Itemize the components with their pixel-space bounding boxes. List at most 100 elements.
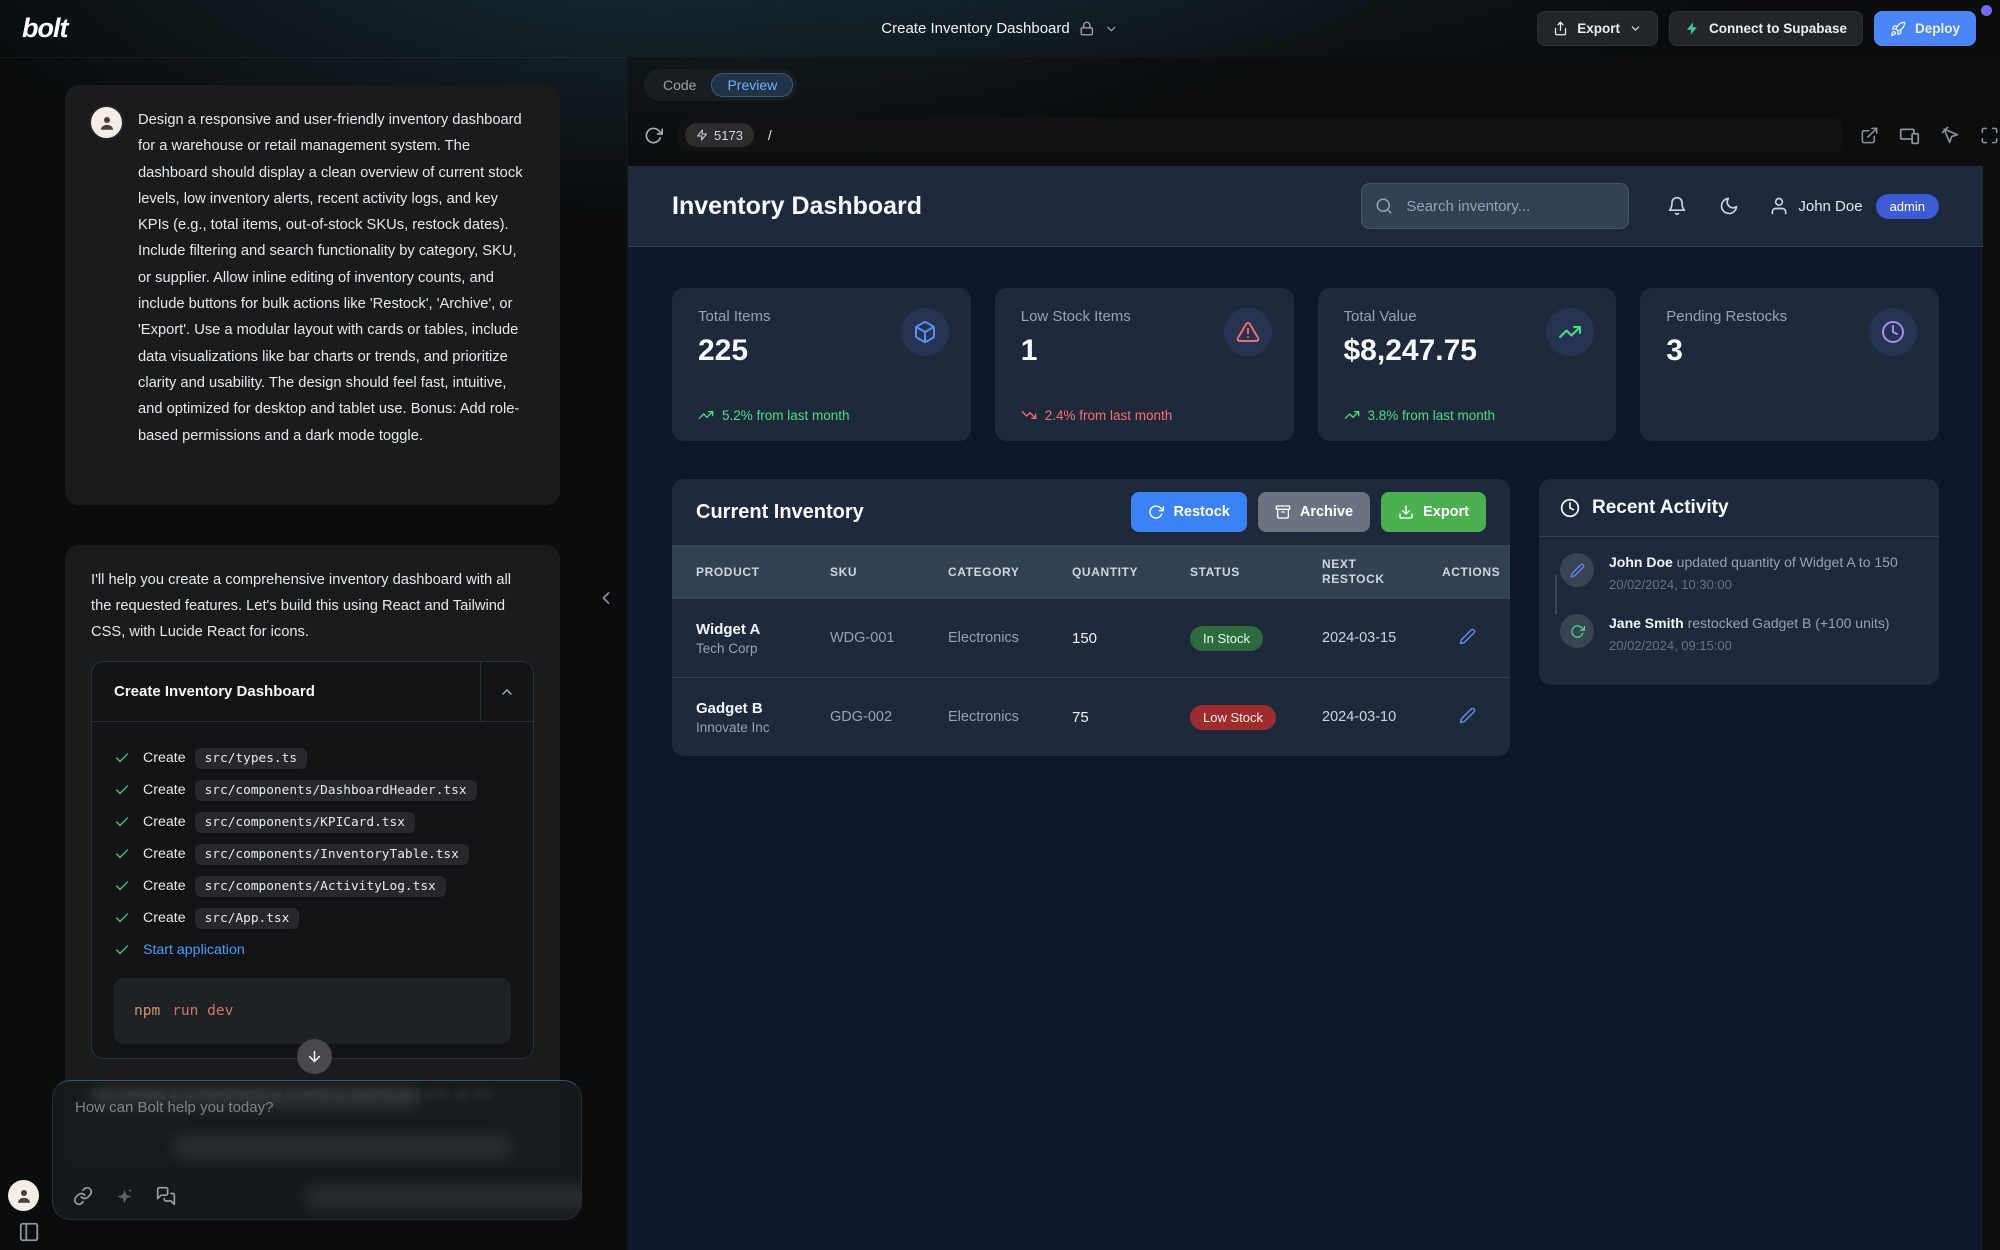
check-icon — [114, 782, 130, 798]
artifact-title: Create Inventory Dashboard — [92, 662, 480, 721]
chat-bubbles-icon[interactable] — [156, 1186, 176, 1206]
connect-supabase-button[interactable]: Connect to Supabase — [1669, 11, 1863, 46]
preview-url-bar: 5173 / — [628, 113, 2000, 157]
sidebar-toggle-icon[interactable] — [12, 1220, 46, 1244]
export-csv-button[interactable]: Export — [1381, 492, 1486, 532]
artifact-card: Create Inventory Dashboard Create src/ty… — [91, 661, 534, 1059]
column-category: CATEGORY — [948, 565, 1072, 579]
sparkles-icon[interactable] — [115, 1187, 134, 1206]
port-badge[interactable]: 5173 — [685, 123, 754, 147]
product-name: Gadget B — [696, 700, 830, 717]
tab-code[interactable]: Code — [648, 77, 711, 93]
bolt-logo: bolt — [22, 13, 67, 44]
zap-icon — [696, 129, 708, 141]
dark-mode-toggle-moon-icon[interactable] — [1719, 196, 1739, 216]
file-chip[interactable]: src/components/InventoryTable.tsx — [195, 844, 469, 865]
supabase-icon — [1685, 21, 1700, 36]
refresh-icon — [1148, 504, 1164, 520]
devices-icon[interactable] — [1899, 125, 1920, 146]
check-icon — [114, 750, 130, 766]
download-icon — [1398, 504, 1414, 520]
archive-button[interactable]: Archive — [1258, 492, 1370, 532]
product-name: Widget A — [696, 621, 830, 638]
chat-composer[interactable] — [52, 1080, 582, 1220]
url-field[interactable]: 5173 / — [678, 118, 1843, 152]
collapse-chat-chevron[interactable] — [596, 588, 616, 608]
category-cell: Electronics — [948, 709, 1072, 725]
user-message-text: Design a responsive and user-friendly in… — [138, 107, 530, 449]
export-csv-label: Export — [1423, 504, 1469, 520]
status-dot — [1981, 5, 1992, 16]
tab-preview[interactable]: Preview — [711, 73, 793, 97]
reload-icon[interactable] — [644, 126, 663, 145]
package-icon — [901, 308, 949, 356]
command-args: run dev — [172, 1003, 233, 1019]
quantity-cell[interactable]: 75 — [1072, 709, 1190, 726]
plan-step: Create src/types.ts — [114, 742, 511, 774]
supplier-name: Tech Corp — [696, 641, 830, 656]
scroll-to-bottom-button[interactable] — [297, 1039, 332, 1074]
activity-timestamp: 20/02/2024, 09:15:00 — [1609, 638, 1890, 653]
step-action: Create — [143, 846, 186, 862]
restock-button[interactable]: Restock — [1131, 492, 1246, 532]
activity-text: updated quantity of Widget A to 150 — [1673, 554, 1898, 570]
plan-step: Create src/components/KPICard.tsx — [114, 806, 511, 838]
deploy-button[interactable]: Deploy — [1874, 11, 1976, 46]
check-icon — [114, 814, 130, 830]
activity-text: restocked Gadget B (+100 units) — [1684, 615, 1890, 631]
column-sku: SKU — [830, 565, 948, 579]
arrow-down-icon — [306, 1048, 323, 1065]
file-chip[interactable]: src/types.ts — [195, 748, 307, 769]
status-badge: Low Stock — [1190, 705, 1276, 730]
activity-actor: John Doe — [1609, 554, 1673, 570]
user-avatar — [91, 107, 122, 138]
quantity-cell[interactable]: 150 — [1072, 630, 1190, 647]
edit-row-button[interactable] — [1453, 627, 1482, 646]
file-chip[interactable]: src/App.tsx — [195, 908, 300, 929]
check-icon — [114, 942, 130, 958]
activity-item: Jane Smith restocked Gadget B (+100 unit… — [1560, 614, 1918, 653]
topbar-actions: Export Connect to Supabase Deploy — [1537, 11, 1976, 46]
pencil-icon — [1560, 553, 1594, 587]
table-header-row: PRODUCT SKU CATEGORY QUANTITY STATUS NEX… — [672, 545, 1510, 598]
clock-icon — [1869, 308, 1917, 356]
kpi-card-pending-restocks: Pending Restocks 3 — [1640, 288, 1939, 441]
file-chip[interactable]: src/components/ActivityLog.tsx — [195, 876, 446, 897]
step-action: Create — [143, 814, 186, 830]
bell-icon[interactable] — [1667, 196, 1687, 216]
open-external-icon[interactable] — [1860, 126, 1879, 145]
trending-up-icon — [698, 407, 714, 423]
link-icon[interactable] — [73, 1186, 93, 1206]
start-application-step[interactable]: Start application — [114, 934, 511, 966]
kpi-row: Total Items 225 5.2% from last month Low… — [672, 288, 1939, 441]
activity-title: Recent Activity — [1592, 497, 1729, 519]
chevron-down-icon — [1629, 22, 1642, 35]
chevron-down-icon[interactable] — [1105, 22, 1119, 36]
plan-step: Create src/components/InventoryTable.tsx — [114, 838, 511, 870]
user-avatar[interactable] — [8, 1180, 39, 1211]
rocket-icon — [1890, 21, 1906, 37]
user-icon[interactable] — [1769, 196, 1789, 216]
plan-step: Create src/components/DashboardHeader.ts… — [114, 774, 511, 806]
chat-panel: Design a responsive and user-friendly in… — [0, 57, 627, 1250]
collapse-artifact-button[interactable] — [480, 662, 533, 721]
export-button[interactable]: Export — [1537, 11, 1658, 46]
user-message: Design a responsive and user-friendly in… — [65, 85, 560, 505]
search-input[interactable] — [1404, 197, 1608, 216]
step-action: Create — [143, 910, 186, 926]
file-chip[interactable]: src/components/KPICard.tsx — [195, 812, 415, 833]
table-row[interactable]: Gadget B Innovate Inc GDG-002 Electronic… — [672, 677, 1510, 756]
fullscreen-icon[interactable] — [1980, 126, 1999, 145]
column-actions: ACTIONS — [1442, 565, 1500, 579]
file-chip[interactable]: src/components/DashboardHeader.tsx — [195, 780, 477, 801]
table-row[interactable]: Widget A Tech Corp WDG-001 Electronics 1… — [672, 598, 1510, 677]
project-title-menu[interactable]: Create Inventory Dashboard — [881, 0, 1118, 57]
port-number: 5173 — [714, 128, 743, 143]
plan-step: Create src/components/ActivityLog.tsx — [114, 870, 511, 902]
share-icon — [1553, 21, 1568, 36]
inspect-cursor-icon[interactable] — [1940, 125, 1960, 145]
kpi-trend-text: 5.2% from last month — [722, 408, 850, 423]
inventory-search[interactable] — [1361, 183, 1629, 229]
edit-row-button[interactable] — [1453, 706, 1482, 725]
column-product: PRODUCT — [696, 565, 830, 579]
